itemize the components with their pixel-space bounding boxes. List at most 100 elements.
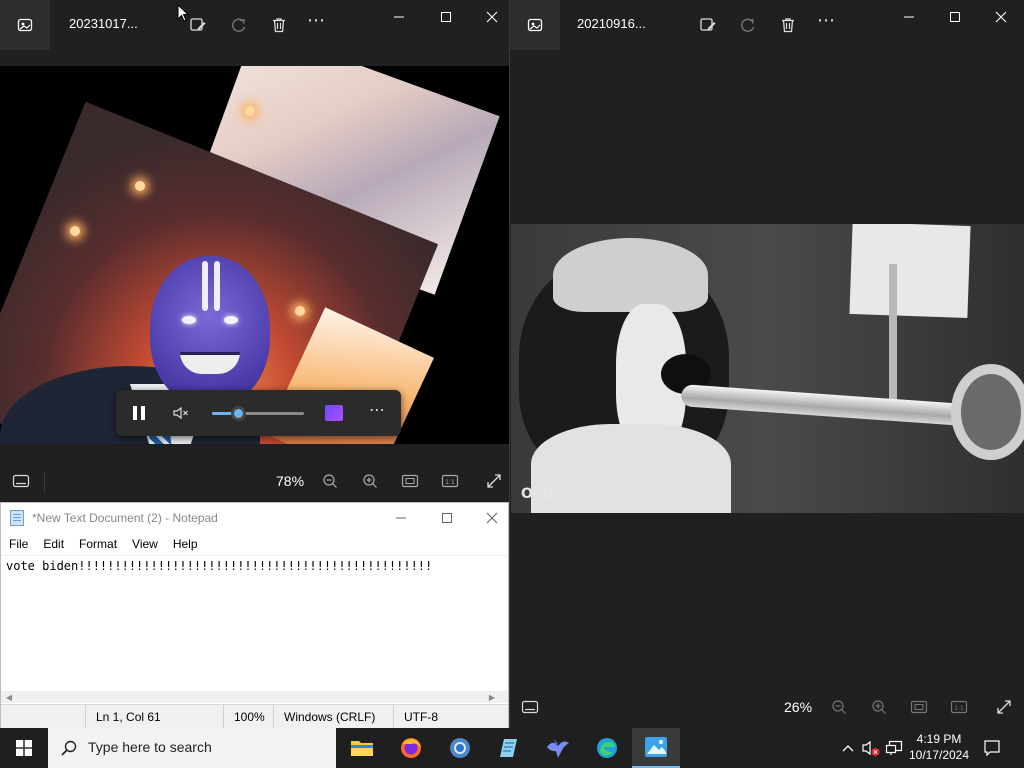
smile [180, 352, 240, 374]
maximize-icon[interactable] [431, 8, 461, 26]
network-icon[interactable] [884, 738, 904, 758]
notepad-statusbar: Ln 1, Col 61 100% Windows (CRLF) UTF-8 [1, 704, 508, 730]
menu-file[interactable]: File [9, 537, 28, 551]
volume-slider-thumb[interactable] [230, 406, 246, 421]
zoom-out-icon[interactable] [320, 471, 340, 491]
face-stripe [214, 261, 220, 311]
filmstrip-icon[interactable] [520, 697, 540, 717]
photos-filename: 20231017... [69, 16, 138, 31]
notepad-content: vote biden!!!!!!!!!!!!!!!!!!!!!!!!!!!!!!… [6, 559, 433, 573]
delete-icon[interactable] [266, 12, 292, 38]
taskbar-notepad[interactable] [485, 728, 533, 768]
taskbar: Type here to search 4:19 PM 10/17/2024 [0, 728, 1024, 768]
photos-window-right: 20210916... ⋯ OoJi 26% 1:1 [509, 0, 1024, 728]
delete-icon[interactable] [775, 12, 801, 38]
notepad-app-icon [10, 510, 24, 526]
taskbar-file-explorer[interactable] [338, 728, 386, 768]
windows-logo-icon [16, 740, 32, 756]
zoom-in-icon[interactable] [869, 697, 889, 717]
fit-to-window-icon[interactable] [400, 471, 420, 491]
svg-text:1:1: 1:1 [445, 479, 455, 486]
fit-to-window-icon[interactable] [909, 697, 929, 717]
search-icon [61, 740, 77, 756]
taskbar-chrome[interactable] [436, 728, 484, 768]
photos-window-left: 20231017... ⋯ ⋯ 78% 1:1 [0, 0, 509, 502]
actual-size-icon[interactable]: 1:1 [949, 697, 969, 717]
close-icon[interactable] [477, 8, 507, 26]
notepad-text-area[interactable]: vote biden!!!!!!!!!!!!!!!!!!!!!!!!!!!!!!… [1, 555, 508, 691]
edit-image-icon[interactable] [695, 12, 721, 38]
edge-icon [597, 738, 617, 758]
status-position: Ln 1, Col 61 [85, 705, 161, 730]
photos-bottom-bar: 78% 1:1 [0, 461, 509, 501]
more-options-icon[interactable]: ⋯ [369, 400, 385, 419]
scroll-left-icon[interactable]: ◀ [3, 691, 15, 703]
clipchamp-icon[interactable] [325, 405, 343, 421]
image-watermark: OoJi [521, 486, 553, 502]
notifications-icon[interactable] [982, 738, 1002, 758]
rotate-icon[interactable] [226, 12, 252, 38]
taskbar-photos[interactable] [632, 728, 680, 768]
taskbar-search-box[interactable]: Type here to search [48, 728, 336, 768]
notepad-icon [500, 739, 517, 757]
maximize-icon[interactable] [435, 509, 459, 527]
rotate-icon[interactable] [735, 12, 761, 38]
music-stand [889, 264, 897, 414]
more-options-icon[interactable]: ⋯ [307, 10, 326, 31]
photos-bottom-bar: 26% 1:1 [510, 687, 1024, 727]
actual-size-icon[interactable]: 1:1 [440, 471, 460, 491]
menu-view[interactable]: View [132, 537, 158, 551]
trumpet-bell [951, 364, 1024, 460]
firefox-icon [401, 738, 421, 758]
volume-muted-icon[interactable] [861, 738, 881, 758]
status-zoom: 100% [223, 705, 265, 730]
photos-titlebar[interactable]: 20210916... ⋯ [510, 0, 1024, 50]
mute-icon[interactable] [172, 404, 190, 422]
svg-text:1:1: 1:1 [954, 705, 964, 712]
photos-filename: 20210916... [577, 16, 646, 31]
zoom-out-icon[interactable] [829, 697, 849, 717]
full-screen-icon[interactable] [994, 697, 1014, 717]
taskbar-bird-app[interactable] [534, 728, 582, 768]
dog-hat [553, 238, 708, 312]
menu-help[interactable]: Help [173, 537, 198, 551]
photos-titlebar[interactable]: 20231017... ⋯ [0, 0, 509, 50]
folder-icon [351, 741, 373, 756]
full-screen-icon[interactable] [484, 471, 504, 491]
light-orb [135, 181, 145, 191]
video-viewer[interactable] [0, 66, 509, 444]
menu-edit[interactable]: Edit [43, 537, 64, 551]
taskbar-clock[interactable]: 4:19 PM 10/17/2024 [906, 731, 972, 763]
menu-format[interactable]: Format [79, 537, 117, 551]
face-stripe [202, 261, 208, 311]
minimize-icon[interactable] [384, 8, 414, 26]
close-icon[interactable] [480, 509, 504, 527]
dog-chest [531, 424, 731, 513]
notepad-titlebar[interactable]: *New Text Document (2) - Notepad [1, 503, 508, 533]
taskbar-edge[interactable] [583, 728, 631, 768]
maximize-icon[interactable] [940, 8, 970, 26]
photos-app-icon[interactable] [0, 0, 50, 50]
notepad-window: *New Text Document (2) - Notepad File Ed… [0, 502, 509, 730]
divider [44, 471, 45, 493]
filmstrip-icon[interactable] [11, 471, 31, 491]
volume-slider[interactable] [212, 406, 304, 421]
scroll-right-icon[interactable]: ▶ [486, 691, 498, 703]
media-controls: ⋯ [116, 390, 401, 436]
person-face [150, 256, 270, 406]
music-sheet [849, 224, 971, 319]
more-options-icon[interactable]: ⋯ [817, 10, 836, 31]
zoom-in-icon[interactable] [360, 471, 380, 491]
close-icon[interactable] [986, 8, 1016, 26]
start-button[interactable] [0, 728, 48, 768]
pause-icon[interactable] [130, 404, 148, 422]
photos-app-icon[interactable] [510, 0, 560, 50]
horizontal-scrollbar[interactable]: ◀ ▶ [1, 691, 508, 703]
minimize-icon[interactable] [894, 8, 924, 26]
clock-date: 10/17/2024 [908, 748, 970, 762]
image-viewer[interactable]: OoJi [511, 224, 1024, 513]
tray-overflow-chevron-icon[interactable] [838, 738, 858, 758]
taskbar-firefox[interactable] [387, 728, 435, 768]
status-line-ending: Windows (CRLF) [273, 705, 375, 730]
minimize-icon[interactable] [389, 509, 413, 527]
